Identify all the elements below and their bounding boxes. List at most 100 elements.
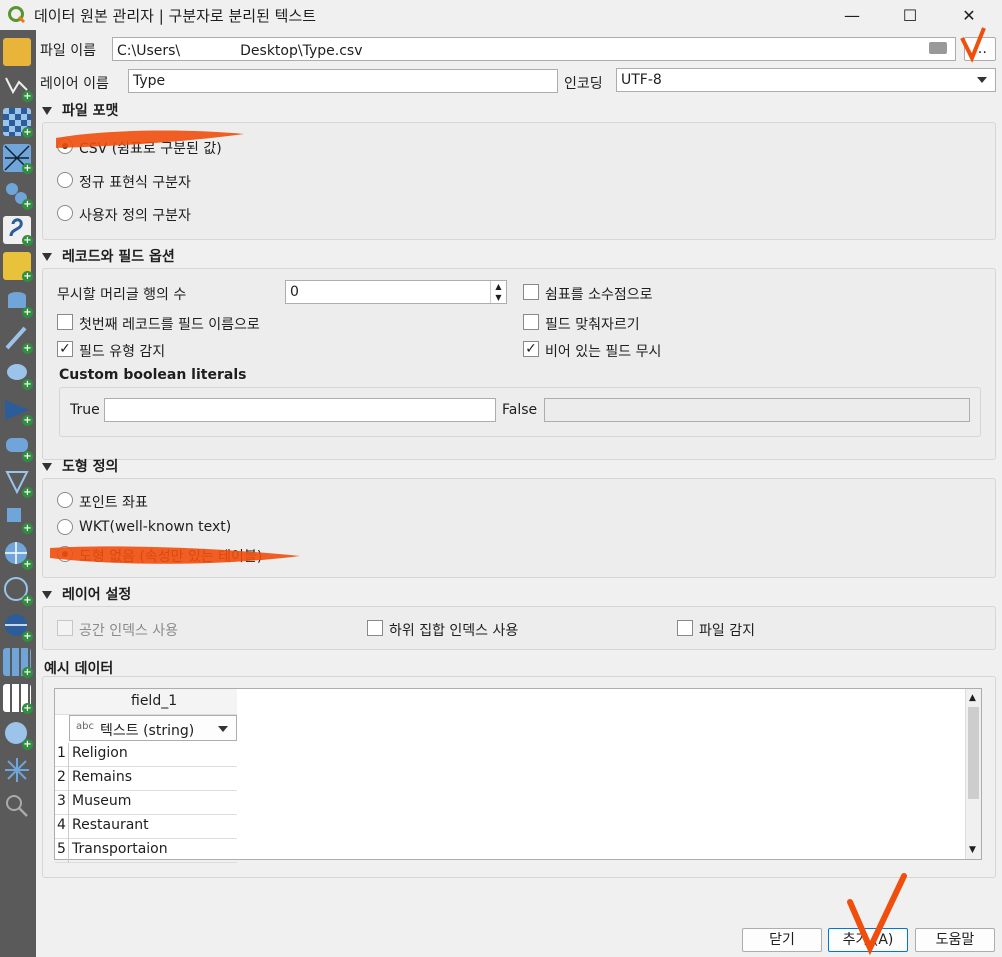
decimal-comma-checkbox[interactable]	[523, 284, 539, 300]
record-options-title: 레코드와 필드 옵션	[62, 249, 175, 265]
source-type-sidebar: + + + + + + + + + + + + + + + + + + +	[0, 30, 36, 957]
add-delimited-text-layer-icon[interactable]: +	[3, 180, 33, 210]
add-arcgis-layer-icon[interactable]: +	[3, 576, 33, 606]
add-raster-layer-icon[interactable]: +	[3, 108, 33, 138]
field-type-select[interactable]: abc 텍스트 (string)	[69, 715, 237, 741]
record-options-group: 무시할 머리글 행의 수 0 ▲ ▼ 쉼표를 소수점으로 첫번째 레코드를 필드 …	[42, 268, 996, 460]
record-options-header[interactable]: 레코드와 필드 옵션	[42, 246, 175, 266]
false-literal-input[interactable]	[544, 398, 970, 422]
row-number: 1	[57, 745, 66, 761]
add-wfs-layer-icon[interactable]: +	[3, 540, 33, 570]
add-virtual-layer-icon[interactable]: +	[3, 396, 33, 426]
subset-index-checkbox[interactable]	[367, 620, 383, 636]
open-data-source-manager-icon[interactable]	[3, 38, 31, 66]
table-cell[interactable]: Restaurant	[72, 817, 149, 833]
scroll-up-icon[interactable]: ▲	[969, 693, 976, 703]
add-button[interactable]: 추가 (A)	[828, 928, 908, 952]
vertical-scrollbar[interactable]: ▲ ▼	[965, 689, 981, 859]
field-type-value: 텍스트 (string)	[100, 723, 195, 739]
watch-file-checkbox[interactable]	[677, 620, 693, 636]
layer-settings-title: 레이어 설정	[62, 587, 132, 603]
add-oracle-layer-icon[interactable]: +	[3, 360, 33, 390]
table-cell[interactable]: Remains	[72, 769, 132, 785]
clear-path-icon[interactable]	[929, 42, 947, 54]
add-wcs-layer-icon[interactable]: +	[3, 504, 33, 534]
table-cell[interactable]: Museum	[72, 793, 131, 809]
table-cell[interactable]: Transportaion	[72, 841, 168, 857]
add-postgis-layer-icon[interactable]: +	[3, 288, 33, 318]
detect-types-label: 필드 유형 감지	[79, 344, 166, 360]
geometry-title: 도형 정의	[62, 459, 119, 475]
column-header[interactable]: field_1	[55, 689, 237, 715]
layer-settings-header[interactable]: 레이어 설정	[42, 584, 131, 604]
close-window-button[interactable]: ✕	[940, 0, 998, 30]
add-gps-layer-icon[interactable]	[3, 756, 31, 784]
maximize-button[interactable]: ☐	[881, 0, 939, 30]
scrollbar-thumb[interactable]	[968, 707, 979, 799]
geometry-point-radio[interactable]	[57, 492, 73, 508]
true-literal-input[interactable]	[104, 398, 496, 422]
minimize-button[interactable]: —	[823, 0, 881, 30]
add-spatialite-layer-icon[interactable]: +	[3, 252, 33, 282]
file-path-suffix: Desktop\Type.csv	[240, 43, 363, 59]
discard-empty-label: 비어 있는 필드 무시	[545, 344, 662, 360]
boolean-literals-box: True False	[59, 387, 981, 437]
maximize-icon: ☐	[902, 5, 918, 25]
file-name-label: 파일 이름	[40, 43, 96, 59]
format-csv-label: CSV (쉼표로 구분된 값)	[79, 141, 222, 157]
add-xyz-layer-icon[interactable]: +	[3, 612, 33, 642]
file-path-prefix: C:\Users\	[117, 43, 181, 59]
first-record-names-label: 첫번째 레코드를 필드 이름으로	[79, 317, 260, 333]
help-button[interactable]: 도움말	[915, 928, 995, 952]
false-label: False	[502, 402, 538, 418]
row-number: 3	[57, 793, 66, 809]
add-point-cloud-layer-icon[interactable]: +	[3, 684, 33, 714]
geometry-wkt-radio[interactable]	[57, 519, 73, 535]
close-button[interactable]: 닫기	[742, 928, 822, 952]
format-custom-label: 사용자 정의 구분자	[79, 208, 191, 224]
format-custom-radio[interactable]	[57, 205, 73, 221]
file-format-header[interactable]: 파일 포맷	[42, 100, 118, 120]
first-record-names-checkbox[interactable]	[57, 314, 73, 330]
format-csv-radio[interactable]	[57, 138, 73, 154]
add-mssql-layer-icon[interactable]: +	[3, 324, 33, 354]
add-vector-tile-layer-icon[interactable]: +	[3, 648, 33, 678]
minimize-icon: —	[844, 5, 860, 25]
scroll-down-icon[interactable]: ▼	[969, 845, 976, 855]
file-path-input[interactable]: C:\Users\ Desktop\Type.csv	[112, 37, 956, 61]
add-metasearch-icon[interactable]: +	[3, 720, 33, 750]
chevron-down-icon	[218, 726, 228, 732]
collapse-icon	[42, 463, 52, 471]
format-regex-radio[interactable]	[57, 172, 73, 188]
sample-data-table[interactable]: field_1 abc 텍스트 (string) 1 Religion 2 Rema…	[54, 688, 982, 863]
layer-name-label: 레이어 이름	[40, 76, 109, 92]
layer-name-input[interactable]: Type	[128, 69, 558, 93]
spatial-index-checkbox[interactable]	[57, 620, 73, 636]
browse-file-button[interactable]: …	[964, 37, 996, 61]
geometry-header[interactable]: 도형 정의	[42, 456, 118, 476]
add-vector-layer-icon[interactable]: +	[3, 72, 33, 102]
search-icon[interactable]	[3, 792, 31, 820]
table-cell[interactable]: Religion	[72, 745, 128, 761]
row-number: 2	[57, 769, 66, 785]
encoding-select[interactable]: UTF-8	[616, 68, 996, 92]
field-type-prefix: abc	[76, 721, 94, 732]
trim-fields-checkbox[interactable]	[523, 314, 539, 330]
table-row: 5 Transportaion	[55, 839, 237, 863]
detect-types-checkbox[interactable]: ✓	[57, 341, 73, 357]
add-sap-hana-layer-icon[interactable]: +	[3, 432, 33, 462]
file-format-title: 파일 포맷	[62, 103, 119, 119]
watch-file-label: 파일 감지	[699, 623, 755, 639]
skip-rows-value: 0	[290, 284, 299, 300]
qgis-logo-icon	[8, 6, 26, 24]
spatial-index-label: 공간 인덱스 사용	[79, 623, 179, 639]
column-header-label: field_1	[131, 693, 178, 709]
close-icon: ✕	[962, 5, 976, 25]
add-wms-layer-icon[interactable]: +	[3, 468, 33, 498]
skip-rows-spinbox[interactable]: 0 ▲ ▼	[285, 280, 507, 304]
add-mesh-layer-icon[interactable]: +	[3, 144, 33, 174]
add-geopackage-layer-icon[interactable]: +	[3, 216, 33, 246]
discard-empty-checkbox[interactable]: ✓	[523, 341, 539, 357]
geometry-none-radio[interactable]	[57, 546, 73, 562]
spin-arrows-icon[interactable]: ▲ ▼	[490, 281, 506, 303]
